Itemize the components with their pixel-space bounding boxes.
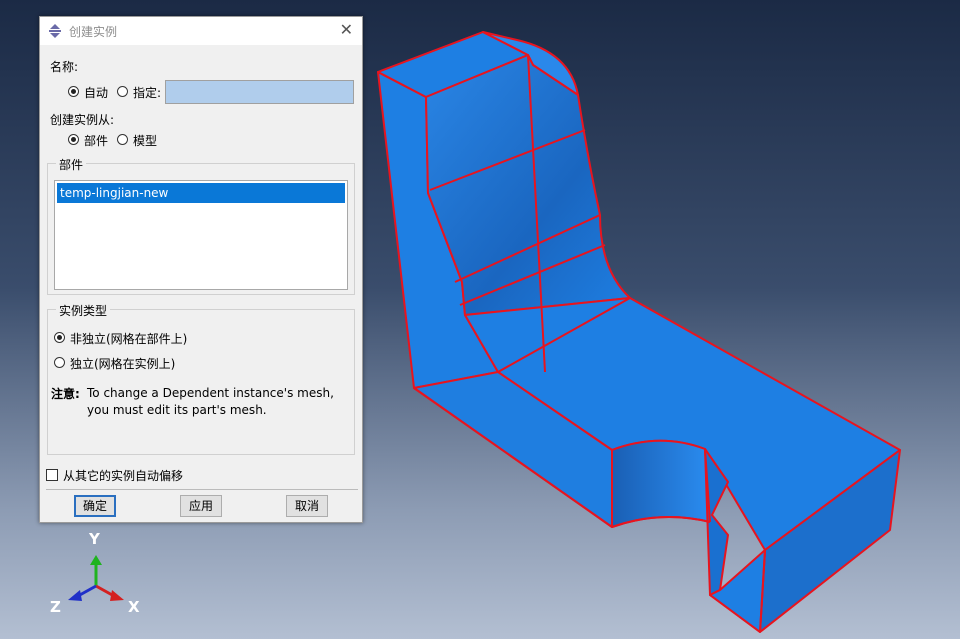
from-model-label[interactable]: 模型 <box>133 132 157 149</box>
name-auto-label[interactable]: 自动 <box>84 84 108 101</box>
dependent-label[interactable]: 非独立(网格在部件上) <box>70 330 187 347</box>
name-specify-radio[interactable] <box>117 86 128 97</box>
button-separator <box>46 489 358 490</box>
ok-button[interactable]: 确定 <box>74 495 116 517</box>
name-specify-label[interactable]: 指定: <box>133 84 161 101</box>
close-icon[interactable]: ✕ <box>340 21 353 39</box>
create-from-label: 创建实例从: <box>50 113 115 127</box>
instance-type-group-title: 实例类型 <box>56 302 111 319</box>
note-label: 注意: <box>51 387 80 401</box>
independent-label[interactable]: 独立(网格在实例上) <box>70 355 175 372</box>
abaqus-app-icon <box>49 24 61 38</box>
note-text: To change a Dependent instance's mesh, y… <box>87 386 334 417</box>
instance-name-field[interactable] <box>165 80 354 104</box>
cancel-button[interactable]: 取消 <box>286 495 328 517</box>
triad-z-label: Z <box>50 598 61 616</box>
dialog-titlebar[interactable]: 创建实例 ✕ <box>40 17 362 45</box>
dependent-radio[interactable] <box>54 332 65 343</box>
auto-offset-label[interactable]: 从其它的实例自动偏移 <box>63 467 183 484</box>
independent-radio[interactable] <box>54 357 65 368</box>
triad-x-label: X <box>128 598 140 616</box>
from-part-radio[interactable] <box>68 134 79 145</box>
list-item[interactable]: temp-lingjian-new <box>57 183 345 203</box>
parts-group-title: 部件 <box>56 156 87 173</box>
apply-button[interactable]: 应用 <box>180 495 222 517</box>
from-part-label[interactable]: 部件 <box>84 132 108 149</box>
triad-y-label: Y <box>89 530 100 548</box>
name-auto-radio[interactable] <box>68 86 79 97</box>
name-label: 名称: <box>50 60 79 74</box>
parts-listbox[interactable]: temp-lingjian-new <box>54 180 348 290</box>
dialog-title: 创建实例 <box>69 25 118 39</box>
create-instance-dialog: 创建实例 ✕ 名称: 自动 指定: 创建实例从: 部件 模型 部件 temp-l… <box>39 16 363 523</box>
auto-offset-checkbox[interactable] <box>46 469 58 481</box>
from-model-radio[interactable] <box>117 134 128 145</box>
